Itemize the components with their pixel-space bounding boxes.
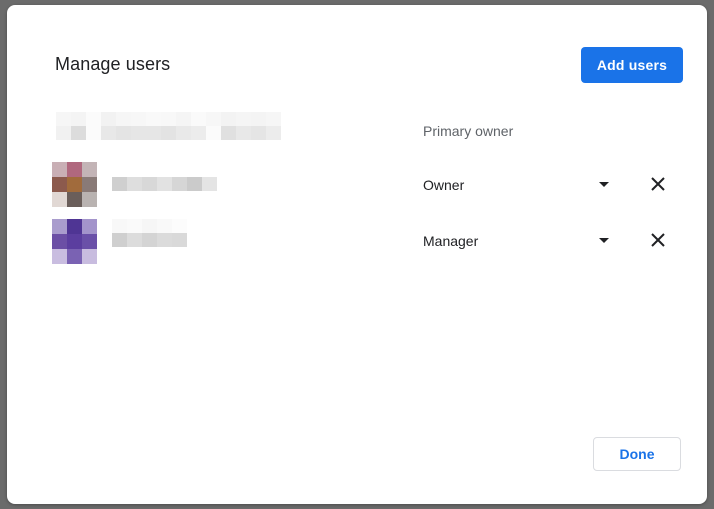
redacted-user-name: [112, 177, 217, 191]
close-icon: [651, 177, 665, 191]
dialog-title: Manage users: [55, 54, 171, 74]
role-label: Primary owner: [423, 123, 514, 139]
caret-down-icon: [599, 238, 609, 243]
close-icon: [651, 233, 665, 247]
role-dropdown[interactable]: Owner: [417, 170, 617, 198]
done-button[interactable]: Done: [593, 437, 681, 471]
manage-users-dialog: Manage users Add users Primary owner Own…: [7, 5, 707, 504]
redacted-user-info: [56, 112, 281, 140]
redacted-user-name: [112, 219, 187, 247]
add-users-button[interactable]: Add users: [581, 47, 683, 83]
avatar: [52, 219, 97, 264]
avatar: [52, 162, 97, 207]
role-dropdown-value: Owner: [423, 177, 465, 193]
caret-down-icon: [599, 182, 609, 187]
role-dropdown[interactable]: Manager: [417, 226, 617, 254]
remove-user-button[interactable]: [646, 228, 670, 252]
role-dropdown-value: Manager: [423, 233, 479, 249]
remove-user-button[interactable]: [646, 172, 670, 196]
